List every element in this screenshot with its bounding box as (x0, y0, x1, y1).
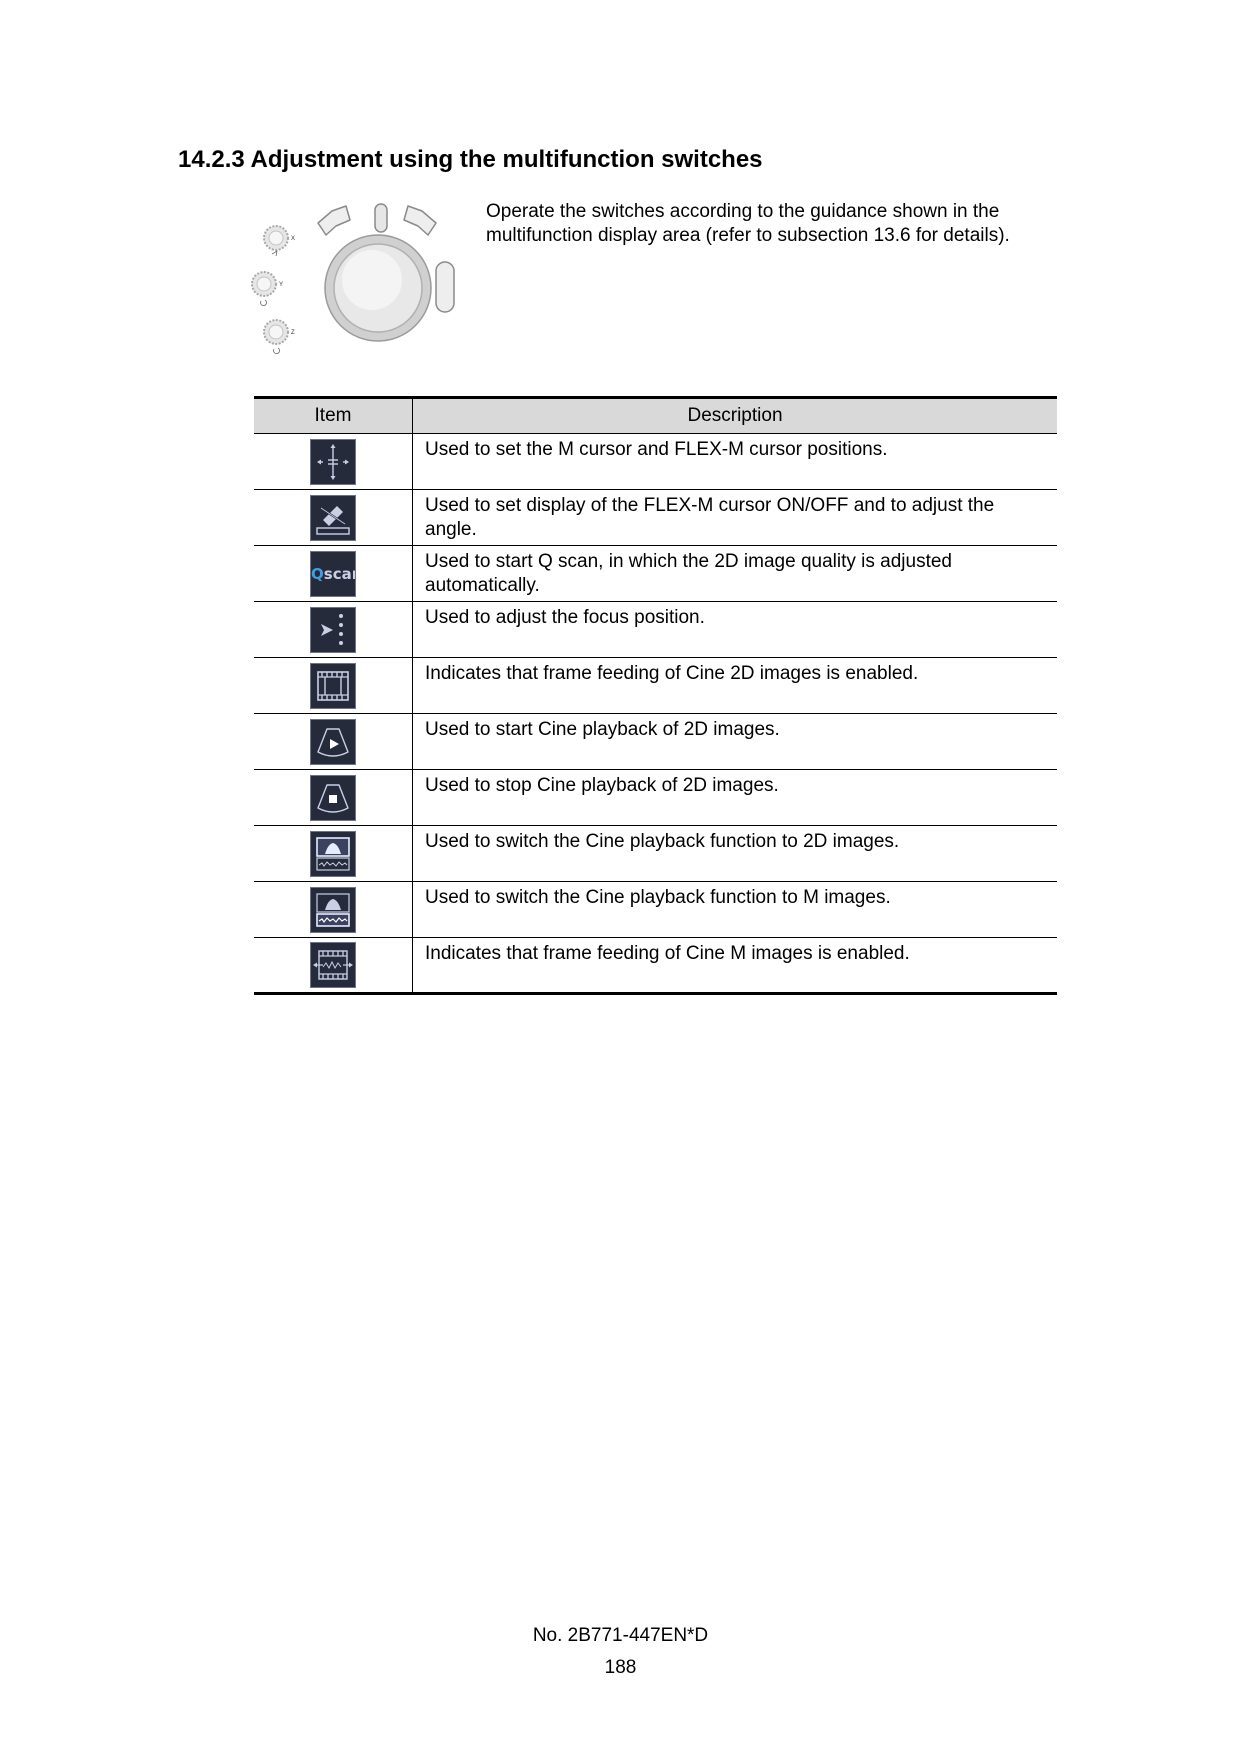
rotary-knob-z: Z (263, 319, 295, 354)
row-description: Used to start Cine playback of 2D images… (412, 713, 1057, 770)
intro-text: Operate the switches according to the gu… (486, 201, 1010, 246)
qscan-icon: Qscan (310, 550, 356, 597)
section-heading: 14.2.3 Adjustment using the multifunctio… (178, 146, 763, 173)
table-row: Used to start Cine playback of 2D images… (254, 713, 1057, 770)
upper-left-switch (317, 205, 351, 236)
item-column-header: Item (254, 397, 413, 434)
flex-m-cursor-angle-icon (310, 494, 356, 541)
cine-2d-stop-icon (310, 774, 356, 821)
page-number: 188 (604, 1657, 637, 1678)
row-description: Used to switch the Cine playback functio… (412, 881, 1057, 938)
row-description: Indicates that frame feeding of Cine 2D … (412, 657, 1057, 714)
table-row: Indicates that frame feeding of Cine 2D … (254, 657, 1057, 714)
cine-2d-frame-feed-icon (310, 662, 356, 709)
multifunction-switch-table: Item Description Used to set the M curso… (254, 396, 1057, 995)
top-switch (374, 203, 388, 233)
upper-right-switch (403, 205, 437, 236)
right-switch (435, 261, 455, 313)
svg-text:Qscan: Qscan (311, 565, 355, 583)
row-description: Used to stop Cine playback of 2D images. (412, 769, 1057, 826)
trackball-assembly (317, 203, 455, 342)
row-description: Indicates that frame feeding of Cine M i… (412, 937, 1057, 994)
m-cursor-position-icon (310, 438, 356, 485)
knob-label-z: Z (291, 330, 295, 336)
table-row: Used to adjust the focus position. (254, 601, 1057, 658)
cine-m-frame-feed-icon (310, 942, 356, 988)
table-row: Qscan Used to start Q scan, in which the… (254, 545, 1057, 602)
row-description: Used to switch the Cine playback functio… (412, 825, 1057, 882)
control-panel-figure: X Y Z (251, 203, 455, 354)
knob-label-y: Y (279, 282, 283, 288)
cine-2d-play-icon (310, 718, 356, 765)
rotary-knob-x: X (263, 225, 295, 257)
table-header-row: Item Description (254, 397, 1057, 434)
focus-position-icon (310, 606, 356, 653)
cine-switch-2d-icon (310, 830, 356, 877)
table-row: Indicates that frame feeding of Cine M i… (254, 937, 1057, 994)
table-row: Used to switch the Cine playback functio… (254, 825, 1057, 882)
row-description: Used to set the M cursor and FLEX-M curs… (412, 433, 1057, 490)
table-row: Used to set display of the FLEX-M cursor… (254, 489, 1057, 546)
row-description: Used to start Q scan, in which the 2D im… (412, 545, 1057, 602)
rotary-knob-y: Y (251, 271, 283, 306)
row-description: Used to adjust the focus position. (412, 601, 1057, 658)
document-number: No. 2B771-447EN*D (532, 1625, 709, 1646)
table-row: Used to switch the Cine playback functio… (254, 881, 1057, 938)
table-row: Used to stop Cine playback of 2D images. (254, 769, 1057, 826)
description-column-header: Description (412, 397, 1057, 434)
table-row: Used to set the M cursor and FLEX-M curs… (254, 433, 1057, 490)
knob-label-x: X (291, 236, 295, 242)
row-description: Used to set display of the FLEX-M cursor… (412, 489, 1057, 546)
cine-switch-m-icon (310, 886, 356, 933)
